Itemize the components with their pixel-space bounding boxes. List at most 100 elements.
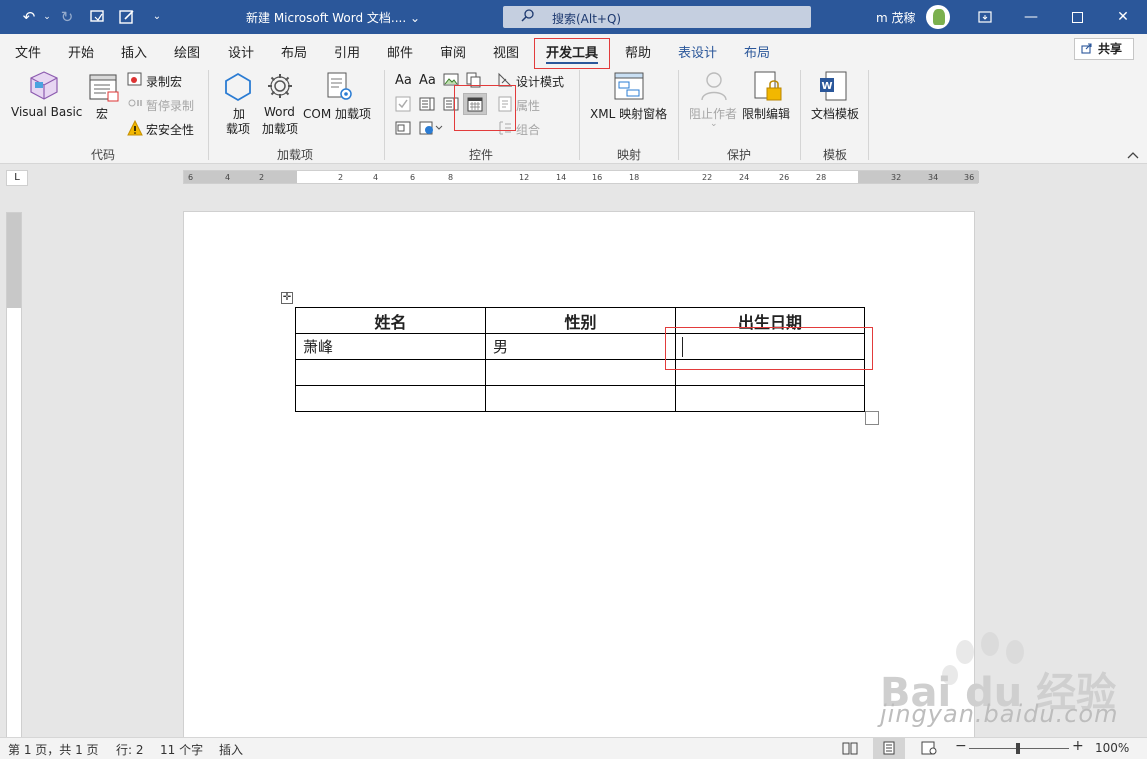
ruler-tick: 2 — [338, 173, 344, 182]
word-addins-button-line2[interactable]: 加载项 — [262, 120, 298, 137]
gear-icon — [268, 74, 292, 98]
document-template-icon: W — [820, 71, 847, 101]
tab-file[interactable]: 文件 — [15, 42, 41, 61]
group-label-addins: 加载项 — [277, 148, 314, 162]
group-label-controls: 控件 — [469, 148, 494, 162]
tab-design[interactable]: 设计 — [228, 42, 254, 61]
macro-security-button[interactable]: 宏安全性 — [146, 121, 194, 138]
insert-mode[interactable]: 插入 — [219, 741, 243, 758]
zoom-out-button[interactable]: − — [955, 738, 967, 754]
tab-selector[interactable]: L — [6, 170, 28, 186]
document-template-button[interactable]: 文档模板 — [811, 105, 859, 122]
xml-mapping-pane-button[interactable]: XML 映射窗格 — [590, 105, 667, 122]
vertical-ruler[interactable] — [6, 212, 22, 738]
read-mode-icon[interactable] — [842, 741, 858, 755]
tab-table-layout[interactable]: 布局 — [744, 42, 770, 61]
tab-draw[interactable]: 绘图 — [174, 42, 200, 61]
web-layout-icon[interactable] — [921, 741, 937, 755]
pause-recording-button[interactable]: 暂停录制 — [146, 97, 194, 114]
tab-review[interactable]: 审阅 — [440, 42, 466, 61]
tab-references[interactable]: 引用 — [334, 42, 360, 61]
undo-icon[interactable]: ↶ — [20, 8, 38, 26]
edit-doc-icon[interactable] — [118, 8, 136, 26]
maximize-button[interactable] — [1054, 0, 1100, 34]
tab-table-design[interactable]: 表设计 — [678, 42, 717, 61]
ruler-tick: 36 — [964, 173, 975, 182]
share-button[interactable]: 共享 — [1074, 38, 1134, 60]
ruler-tick: 28 — [816, 173, 827, 182]
table-header-cell[interactable]: 性别 — [485, 307, 676, 334]
ruler-tick: 14 — [556, 173, 567, 182]
customize-qat-icon[interactable]: ⌄ — [148, 8, 166, 26]
table-header-cell[interactable]: 姓名 — [295, 307, 486, 334]
ruler-tick: 12 — [519, 173, 530, 182]
search-input[interactable]: 搜索(Alt+Q) — [503, 6, 811, 28]
warning-icon — [127, 120, 143, 136]
design-mode-button[interactable]: 设计模式 — [516, 73, 564, 90]
table-cell[interactable] — [485, 385, 676, 412]
combo-box-control-icon[interactable] — [419, 96, 435, 112]
restrict-editing-button[interactable]: 限制编辑 — [742, 105, 790, 122]
restrict-editing-icon — [754, 71, 782, 101]
zoom-in-button[interactable]: + — [1072, 738, 1084, 754]
record-macro-button[interactable]: 录制宏 — [146, 73, 182, 90]
tab-mailings[interactable]: 邮件 — [387, 42, 413, 61]
document-page[interactable] — [183, 211, 975, 738]
horizontal-ruler[interactable]: 6 4 2 2 4 6 8 12 14 16 18 22 24 26 28 32… — [183, 170, 979, 184]
group-button[interactable]: 组合 — [516, 121, 540, 138]
table-move-handle[interactable]: ✛ — [281, 292, 293, 304]
ribbon-display-options-icon[interactable] — [962, 0, 1008, 34]
repeating-section-icon[interactable] — [419, 120, 443, 136]
tab-help[interactable]: 帮助 — [625, 42, 651, 61]
xml-mapping-pane-icon — [614, 72, 644, 100]
word-addins-button[interactable]: Word — [264, 105, 295, 119]
tab-insert[interactable]: 插入 — [121, 42, 147, 61]
developer-tab-highlight — [534, 38, 610, 69]
group-label-code: 代码 — [91, 148, 116, 162]
visual-basic-button[interactable]: Visual Basic — [11, 105, 82, 119]
tab-layout[interactable]: 布局 — [281, 42, 307, 61]
tab-home[interactable]: 开始 — [68, 42, 94, 61]
table-cell[interactable] — [295, 359, 486, 386]
close-button[interactable]: ✕ — [1100, 0, 1146, 34]
redo-icon[interactable]: ↻ — [58, 8, 76, 26]
print-layout-icon[interactable] — [881, 741, 897, 755]
collapse-ribbon-icon[interactable] — [1127, 150, 1139, 160]
undo-dropdown-icon[interactable]: ⌄ — [38, 8, 56, 26]
zoom-level[interactable]: 100% — [1095, 741, 1129, 755]
table-cell[interactable] — [675, 385, 865, 412]
properties-button[interactable]: 属性 — [516, 97, 540, 114]
table-cell[interactable] — [485, 359, 676, 386]
user-name[interactable]: m 茂稼 — [876, 9, 916, 26]
page-count[interactable]: 第 1 页，共 1 页 — [8, 741, 99, 758]
macros-icon — [89, 74, 119, 102]
block-authors-dropdown-icon[interactable]: ⌄ — [710, 119, 718, 129]
zoom-slider-thumb[interactable] — [1016, 743, 1020, 754]
checkbox-control-icon[interactable] — [395, 96, 411, 112]
table-cell[interactable] — [295, 385, 486, 412]
date-cell-highlight — [665, 327, 873, 370]
date-picker-highlight — [454, 85, 516, 131]
addins-button-line2[interactable]: 载项 — [226, 120, 250, 137]
avatar[interactable] — [926, 5, 950, 29]
title-bar: ↶ ⌄ ↻ ⌄ 新建 Microsoft Word 文档.... ⌄ 搜索(Al… — [0, 0, 1147, 34]
group-separator — [579, 70, 580, 160]
word-count[interactable]: 11 个字 — [160, 741, 203, 758]
legacy-tools-icon[interactable] — [395, 120, 411, 136]
watermark-url: jingyan.baidu.com — [880, 700, 1119, 728]
plain-text-control-button[interactable]: Aa — [419, 73, 436, 88]
macros-button[interactable]: 宏 — [96, 105, 108, 122]
touch-mode-icon[interactable] — [88, 8, 106, 26]
line-number[interactable]: 行: 2 — [116, 741, 144, 758]
com-addins-button[interactable]: COM 加载项 — [303, 105, 371, 122]
rich-text-control-button[interactable]: Aa — [395, 73, 412, 88]
tab-view[interactable]: 视图 — [493, 42, 519, 61]
ruler-tick: 6 — [410, 173, 416, 182]
table-cell[interactable]: 萧峰 — [295, 333, 486, 360]
document-title[interactable]: 新建 Microsoft Word 文档.... ⌄ — [246, 9, 420, 26]
group-label-protect: 保护 — [727, 148, 752, 162]
minimize-button[interactable]: — — [1008, 0, 1054, 34]
ruler-tick: 6 — [188, 173, 194, 182]
table-cell[interactable]: 男 — [485, 333, 676, 360]
table-resize-handle[interactable] — [865, 411, 879, 425]
